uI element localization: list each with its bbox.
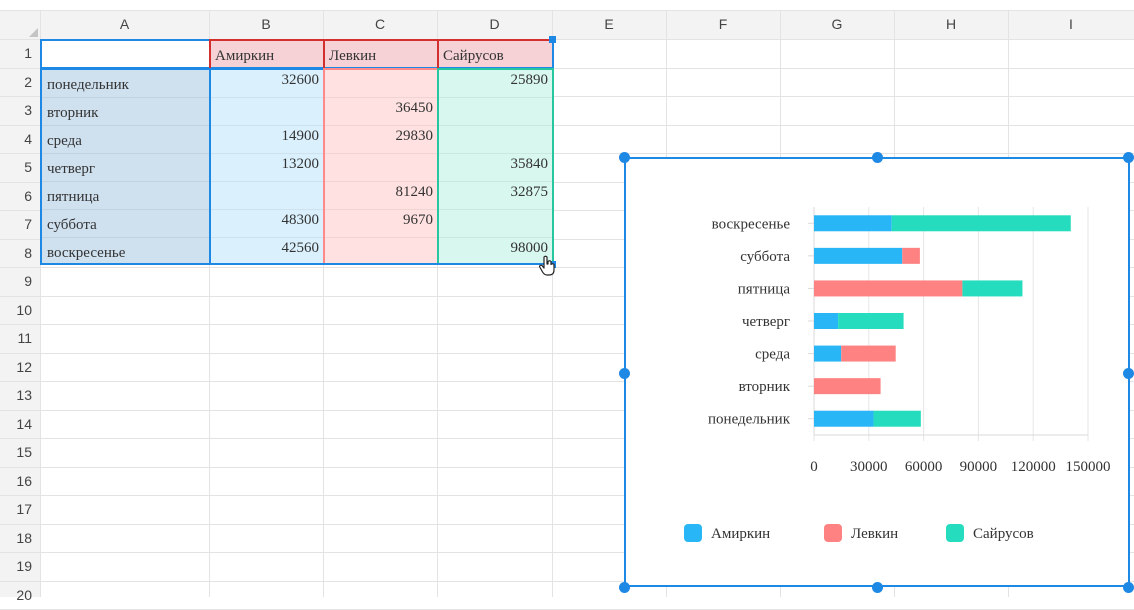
column-header-h[interactable]: H — [894, 10, 1008, 39]
range-b-border — [209, 68, 325, 265]
chart-resize-handle-ne[interactable] — [1123, 152, 1134, 163]
row-header-12[interactable]: 12 — [0, 353, 40, 382]
range-bottom-border — [40, 263, 554, 265]
range-a-border — [40, 68, 211, 265]
row-header-17[interactable]: 17 — [0, 495, 40, 524]
chart-bar — [891, 215, 1071, 232]
a1-top-border — [40, 39, 210, 41]
row-header-9[interactable]: 9 — [0, 267, 40, 296]
range-c-border — [323, 68, 439, 265]
column-header-i[interactable]: I — [1008, 10, 1134, 39]
chart-resize-handle-nw[interactable] — [619, 152, 630, 163]
chart-x-tick-label: 0 — [810, 459, 818, 475]
row-header-11[interactable]: 11 — [0, 324, 40, 353]
cell-c1[interactable]: Левкин — [324, 40, 437, 68]
chart-bar — [814, 215, 892, 232]
chart-resize-handle-n[interactable] — [872, 152, 883, 163]
chart-category-label: пятница — [738, 281, 791, 297]
row-header-7[interactable]: 7 — [0, 210, 40, 239]
row-header-13[interactable]: 13 — [0, 381, 40, 410]
range-corner-handle[interactable] — [549, 36, 556, 43]
row-header-4[interactable]: 4 — [0, 125, 40, 154]
chart-x-tick-label: 150000 — [1066, 459, 1111, 475]
chart-object[interactable]: понедельник вторник среда четверг пятница суб… — [624, 157, 1130, 587]
chart-category-label: среда — [755, 347, 790, 363]
chart-category-label: вторник — [739, 379, 791, 395]
stacked-bar-chart: понедельник вторник среда четверг пятница суб… — [684, 207, 1111, 542]
b1-red-border — [209, 39, 211, 69]
chart-bar — [814, 345, 842, 362]
chart-bar — [902, 247, 920, 264]
row-header-8[interactable]: 8 — [0, 239, 40, 268]
chart-x-tick-label: 60000 — [905, 459, 943, 475]
chart-resize-handle-sw[interactable] — [619, 582, 630, 593]
cell-d1[interactable]: Сайрусов — [438, 40, 552, 68]
d1-red-border — [437, 39, 439, 69]
chart-bar — [962, 280, 1023, 297]
chart-resize-handle-s[interactable] — [872, 582, 883, 593]
row-header-20[interactable]: 20 — [0, 581, 40, 610]
row-header-1[interactable]: 1 — [0, 39, 40, 68]
c1-red-border — [323, 39, 325, 69]
header-red-top — [209, 39, 554, 41]
chart-bar — [841, 345, 896, 362]
row-header-16[interactable]: 16 — [0, 467, 40, 496]
column-header-a[interactable]: A — [40, 10, 209, 39]
chart-bar — [838, 313, 904, 329]
legend-label: Левкин — [851, 526, 898, 542]
spreadsheet: A B C D E F G H I 1 2 3 4 5 6 7 8 9 10 11 12 13 14 15 16 17 18 19 20… — [0, 0, 1134, 610]
row-header-14[interactable]: 14 — [0, 410, 40, 439]
row-header-19[interactable]: 19 — [0, 552, 40, 581]
chart-bar — [814, 378, 881, 395]
hand-cursor-icon — [538, 255, 555, 276]
row-header-2[interactable]: 2 — [0, 68, 40, 97]
chart-x-tick-label: 30000 — [850, 459, 888, 475]
select-all-corner[interactable] — [0, 10, 40, 39]
a1-left-border — [40, 39, 42, 69]
chart-bar — [814, 410, 874, 427]
column-header-d[interactable]: D — [437, 10, 552, 39]
chart-bar — [873, 410, 921, 427]
chart-category-label: воскресенье — [712, 216, 791, 232]
row-header-6[interactable]: 6 — [0, 182, 40, 211]
chart-bar — [814, 247, 903, 264]
range-d-border — [437, 68, 554, 265]
chart-category-label: суббота — [740, 249, 790, 265]
column-header-e[interactable]: E — [552, 10, 666, 39]
chart-category-label: понедельник — [708, 412, 791, 428]
legend-swatch-icon — [946, 524, 964, 542]
column-header-b[interactable]: B — [209, 10, 323, 39]
chart-resize-handle-e[interactable] — [1123, 368, 1134, 379]
row-header-3[interactable]: 3 — [0, 96, 40, 125]
legend-swatch-icon — [684, 524, 702, 542]
legend-label: Сайрусов — [973, 526, 1034, 542]
chart-resize-handle-se[interactable] — [1123, 582, 1134, 593]
legend-label: Амиркин — [711, 526, 770, 542]
chart-bar — [814, 313, 839, 329]
legend-swatch-icon — [824, 524, 842, 542]
row-header-10[interactable]: 10 — [0, 296, 40, 325]
d1-right-border — [552, 39, 554, 69]
cell-a1[interactable] — [42, 40, 209, 68]
chart-resize-handle-w[interactable] — [619, 368, 630, 379]
column-header-f[interactable]: F — [666, 10, 780, 39]
row-header-15[interactable]: 15 — [0, 438, 40, 467]
chart-x-tick-label: 90000 — [960, 459, 998, 475]
chart-category-label: четверг — [742, 314, 790, 330]
cell-b1[interactable]: Амиркин — [210, 40, 323, 68]
row-header-18[interactable]: 18 — [0, 524, 40, 553]
column-header-c[interactable]: C — [323, 10, 437, 39]
row-header-5[interactable]: 5 — [0, 153, 40, 182]
chart-bar — [814, 280, 963, 297]
chart-x-tick-label: 120000 — [1011, 459, 1056, 475]
column-header-g[interactable]: G — [780, 10, 894, 39]
